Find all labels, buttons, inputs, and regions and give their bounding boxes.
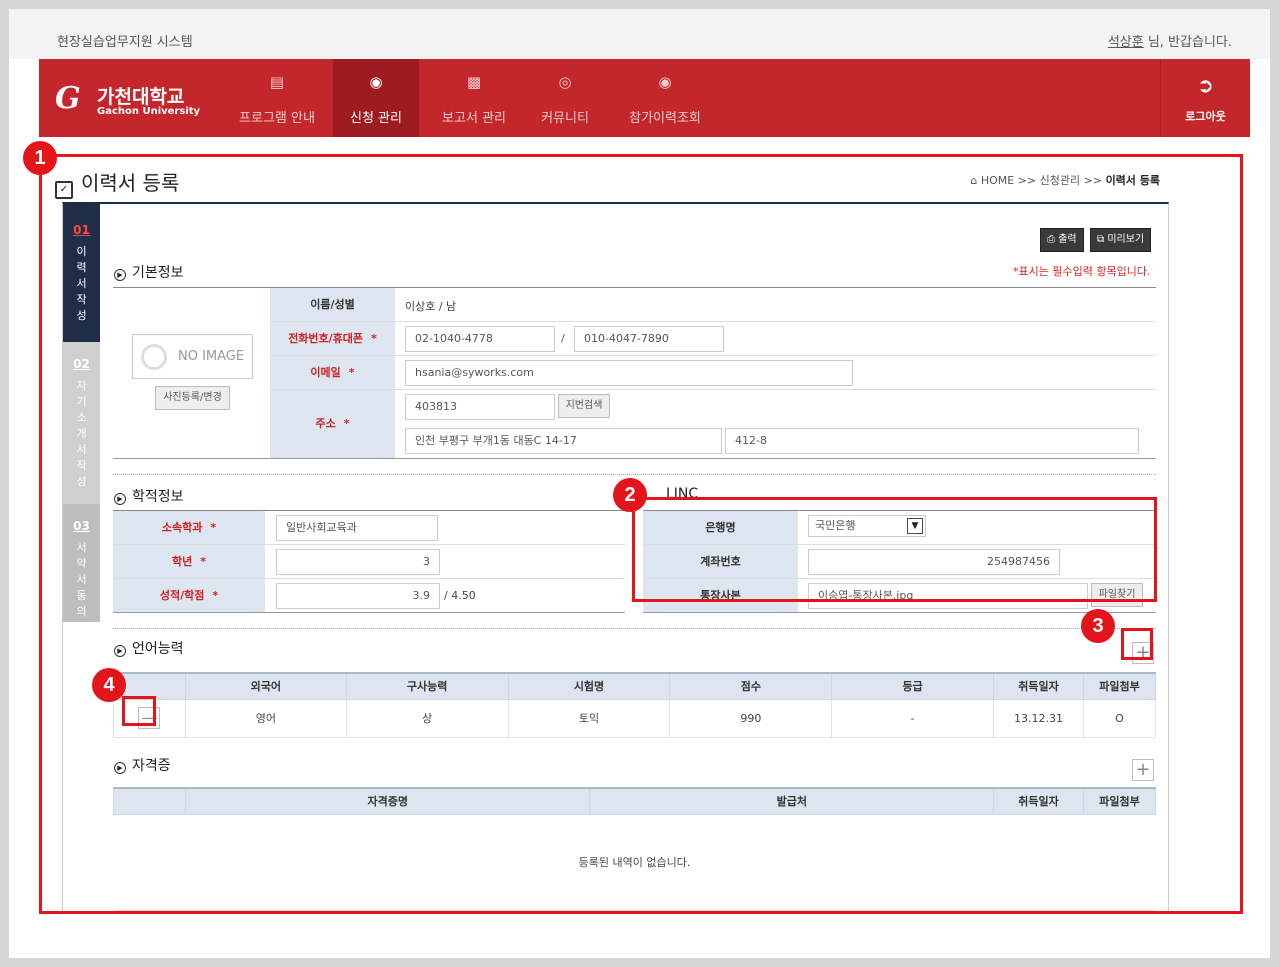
greeting-text: 님, 반갑습니다. bbox=[1143, 35, 1232, 50]
broadcast-icon: ◎ bbox=[558, 73, 572, 91]
logout-label: 로그아웃 bbox=[1185, 110, 1226, 123]
nav-item-application[interactable]: ◉ 신청 관리 bbox=[333, 59, 419, 137]
nav-label: 프로그램 안내 bbox=[239, 111, 315, 126]
user-greeting: 석상훈 님, 반갑습니다. bbox=[1108, 31, 1232, 50]
nav-label: 신청 관리 bbox=[350, 111, 402, 126]
callout-badge-3: 3 bbox=[1081, 609, 1115, 643]
search-icon: ◉ bbox=[658, 73, 672, 91]
logo-english: Gachon University bbox=[97, 106, 201, 117]
logo-mark: G bbox=[55, 81, 81, 116]
document-icon: ▤ bbox=[269, 73, 285, 91]
logo-korean: 가천대학교 bbox=[97, 86, 185, 108]
user-name-link[interactable]: 석상훈 bbox=[1108, 35, 1144, 50]
main-nav: G 가천대학교 Gachon University ▤ 프로그램 안내 ◉ 신청… bbox=[39, 59, 1250, 137]
nav-item-community[interactable]: ◎ 커뮤니티 bbox=[529, 59, 601, 137]
callout-box-2 bbox=[632, 497, 1157, 602]
callout-badge-4: 4 bbox=[92, 668, 126, 702]
logout-icon: ➲ bbox=[1197, 73, 1214, 97]
system-name: 현장실습업무지원 시스템 bbox=[57, 35, 193, 50]
nav-item-history[interactable]: ◉ 참가이력조회 bbox=[617, 59, 713, 137]
nav-item-program[interactable]: ▤ 프로그램 안내 bbox=[229, 59, 325, 137]
nav-item-report[interactable]: ▩ 보고서 관리 bbox=[429, 59, 519, 137]
nav-label: 보고서 관리 bbox=[442, 111, 506, 126]
callout-box-4 bbox=[122, 696, 156, 726]
top-bar: 현장실습업무지원 시스템 석상훈 님, 반갑습니다. bbox=[9, 9, 1270, 59]
search-icon: ◉ bbox=[369, 73, 383, 91]
logout-button[interactable]: ➲ 로그아웃 bbox=[1160, 59, 1250, 137]
nav-label: 참가이력조회 bbox=[629, 111, 701, 126]
callout-badge-1: 1 bbox=[23, 141, 57, 175]
folder-icon: ▩ bbox=[466, 73, 482, 91]
nav-label: 커뮤니티 bbox=[541, 111, 589, 126]
callout-box-3 bbox=[1121, 628, 1153, 660]
callout-badge-2: 2 bbox=[613, 478, 647, 512]
page-frame: 현장실습업무지원 시스템 석상훈 님, 반갑습니다. G 가천대학교 Gacho… bbox=[9, 9, 1270, 958]
